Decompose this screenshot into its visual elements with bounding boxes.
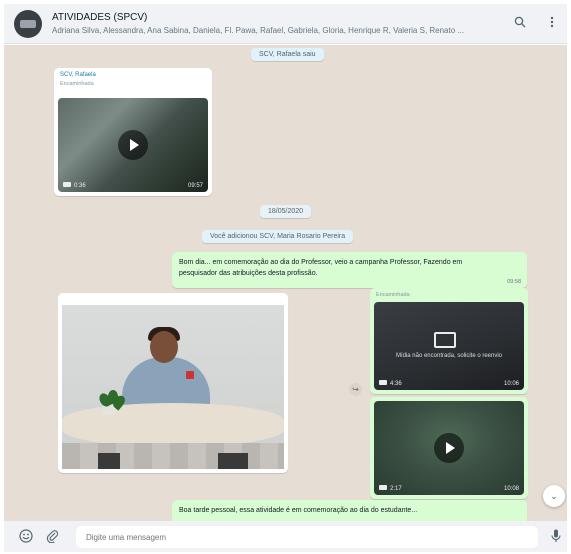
incoming-photo-message[interactable]: [58, 293, 288, 473]
forwarded-label: Encaminhada: [60, 81, 94, 87]
mic-icon[interactable]: [548, 529, 564, 545]
video-camera-icon: [63, 182, 71, 187]
video-duration: 0:36: [74, 183, 86, 189]
message-text: Boa tarde pessoal, essa atividade é em c…: [179, 507, 418, 514]
outgoing-video-message[interactable]: 2:17 10:08: [370, 397, 528, 499]
media-notice: Mídia não encontrada, solicite o reenvio: [395, 353, 503, 359]
system-message: Você adicionou SCV, Maria Rosario Pereir…: [202, 230, 354, 243]
video-thumbnail[interactable]: 2:17 10:08: [374, 401, 524, 495]
video-duration: 4:36: [390, 381, 402, 387]
emoji-icon[interactable]: [18, 529, 34, 545]
message-input[interactable]: [76, 526, 538, 548]
video-thumbnail[interactable]: 0:36 09:57: [58, 98, 208, 192]
message-time: 10:06: [503, 381, 519, 387]
message-text: Bom dia... em comemoração ao dia do Prof…: [179, 259, 463, 277]
play-icon[interactable]: [434, 433, 464, 463]
outgoing-text-message[interactable]: Boa tarde pessoal, essa atividade é em c…: [172, 500, 527, 521]
attach-icon[interactable]: [44, 529, 60, 545]
video-camera-icon: [379, 485, 387, 490]
group-members: Adriana Silva, Alessandra, Ana Sabina, D…: [52, 26, 465, 35]
forwarded-label: Encaminhada: [376, 292, 410, 298]
group-avatar[interactable]: [14, 10, 42, 38]
message-time: 09:57: [187, 183, 203, 189]
chat-area[interactable]: SCV, Rafaela saiu SCV, Rafaela Encaminha…: [4, 45, 567, 521]
compose-bar: [4, 521, 567, 552]
outgoing-video-message[interactable]: Encaminhada Mídia não encontrada, solici…: [370, 288, 528, 394]
system-message: SCV, Rafaela saiu: [251, 48, 324, 61]
menu-icon[interactable]: [542, 14, 562, 34]
video-thumbnail[interactable]: Mídia não encontrada, solicite o reenvio…: [374, 302, 524, 390]
forward-icon[interactable]: ↪: [349, 383, 362, 396]
group-title[interactable]: ATIVIDADES (SPCV): [52, 12, 147, 23]
search-icon[interactable]: [510, 14, 530, 34]
chevron-down-icon[interactable]: ⌄: [543, 485, 565, 507]
play-icon[interactable]: [118, 130, 148, 160]
media-unavailable-icon: [434, 332, 456, 348]
chat-header[interactable]: ATIVIDADES (SPCV) Adriana Silva, Alessan…: [4, 4, 567, 44]
incoming-video-message[interactable]: SCV, Rafaela Encaminhada 0:36 09:57: [54, 68, 212, 196]
video-camera-icon: [379, 380, 387, 385]
video-duration: 2:17: [390, 486, 402, 492]
date-separator: 18/05/2020: [260, 205, 312, 218]
message-time: 09:58: [507, 279, 521, 285]
message-time: 10:08: [503, 486, 519, 492]
sender-name: SCV, Rafaela: [60, 72, 96, 78]
outgoing-text-message[interactable]: Bom dia... em comemoração ao dia do Prof…: [172, 252, 527, 288]
